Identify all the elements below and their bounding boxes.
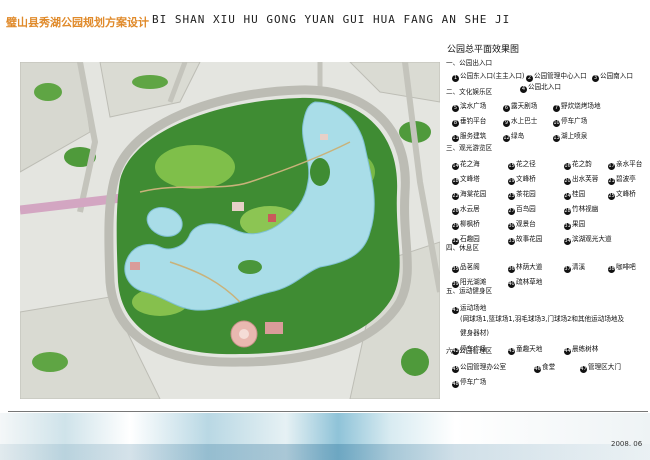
legend-note: 健身器材) bbox=[460, 329, 489, 337]
legend-item: 46食堂 bbox=[534, 363, 556, 373]
legend-item: 13湖上喷泉 bbox=[553, 132, 588, 142]
footer-accent bbox=[0, 444, 650, 460]
legend-item: 9 水上巴士 bbox=[503, 117, 538, 127]
master-plan-drawing bbox=[20, 62, 440, 399]
tree-patch bbox=[34, 83, 62, 101]
legend-item: 20出水芙蓉 bbox=[564, 175, 599, 185]
legend-item: 45公园管理办公室 bbox=[452, 363, 507, 373]
footer-divider bbox=[8, 411, 648, 412]
footer-date: 2008. 06 bbox=[611, 440, 643, 448]
lawn bbox=[155, 145, 235, 189]
legend-section-management: 六、公园管理区 bbox=[446, 347, 493, 355]
legend-item: 14花之海 bbox=[452, 160, 480, 170]
legend-item: 5 滨水广场 bbox=[452, 102, 487, 112]
legend-item: 26水云居 bbox=[452, 205, 480, 215]
legend-item: 19文峰桥 bbox=[508, 175, 536, 185]
plaza-building bbox=[265, 322, 283, 334]
legend-item: 33故事花园 bbox=[508, 235, 543, 245]
legend-item: 36林荫大道 bbox=[508, 263, 543, 273]
legend-item: 21碧波亭 bbox=[608, 175, 636, 185]
header: 璧山县秀湖公园规划方案设计 BI SHAN XIU HU GONG YUAN G… bbox=[0, 0, 650, 40]
legend-item: 11服务建筑 bbox=[452, 132, 487, 142]
map-subtitle: 公园总平面效果图 bbox=[447, 45, 520, 55]
title-chinese: 璧山县秀湖公园规划方案设计 bbox=[6, 16, 149, 29]
legend-section-sports: 五、运动健身区 bbox=[446, 287, 493, 295]
tree-patch bbox=[132, 75, 168, 89]
legend-item: 25文峰桥 bbox=[608, 190, 636, 200]
legend-item: 35品茗阁 bbox=[452, 263, 480, 273]
green-island bbox=[310, 158, 330, 186]
legend-item: 38咖啡吧 bbox=[608, 263, 636, 273]
legend-item: 34滨湖观光大道 bbox=[564, 235, 612, 245]
legend-item: 41运动场地 bbox=[452, 304, 487, 314]
building bbox=[268, 214, 276, 222]
legend-item: 24桂园 bbox=[564, 190, 586, 200]
legend-item: 27百鸟园 bbox=[508, 205, 536, 215]
legend-item: 40疏林草地 bbox=[508, 278, 543, 288]
tree-patch bbox=[401, 348, 429, 376]
legend-section-rest: 四、休息区 bbox=[446, 244, 479, 252]
legend-item: 8 垂钓平台 bbox=[452, 117, 487, 127]
legend-item: 22海棠花园 bbox=[452, 190, 487, 200]
legend-item: 3 公园南入口 bbox=[592, 72, 633, 82]
plaza-center bbox=[239, 329, 249, 339]
building bbox=[320, 134, 328, 140]
legend-item: 17亲水平台 bbox=[608, 160, 643, 170]
legend-item: 15花之径 bbox=[508, 160, 536, 170]
legend-item: 10停车广场 bbox=[553, 117, 588, 127]
legend-item: 30观景台 bbox=[508, 220, 536, 230]
legend-item: 47管理区大门 bbox=[580, 363, 621, 373]
title-pinyin: BI SHAN XIU HU GONG YUAN GUI HUA FANG AN… bbox=[152, 13, 511, 26]
legend-item: 23茶花园 bbox=[508, 190, 536, 200]
legend-item: 28竹林视幽 bbox=[564, 205, 599, 215]
legend-item: 4 公园北入口 bbox=[520, 83, 561, 93]
legend-item: 12绿岛 bbox=[503, 132, 525, 142]
tree-patch bbox=[32, 352, 68, 372]
legend-item: 6 露天剧场 bbox=[503, 102, 538, 112]
legend-section-entrances: 一、公园出入口 bbox=[446, 59, 493, 67]
green-island bbox=[238, 260, 262, 274]
legend-section-recreation: 二、文化娱乐区 bbox=[446, 88, 493, 96]
legend-item: 1 公园东入口(主主入口) bbox=[452, 72, 525, 82]
legend-note: (网球场1,篮球场1,羽毛球场3,门球场2和其他运动场地及 bbox=[460, 315, 625, 323]
legend-item: 7 野炊烧烤场地 bbox=[553, 102, 601, 112]
legend: 一、公园出入口 1 公园东入口(主主入口) 2 公园管理中心入口 3 公园南入口 4公… bbox=[446, 58, 646, 398]
legend-item: 29柳枫桥 bbox=[452, 220, 480, 230]
legend-item: 37清溪 bbox=[564, 263, 586, 273]
legend-section-sightseeing: 三、观光游览区 bbox=[446, 144, 493, 152]
legend-item: 18文峰塔 bbox=[452, 175, 480, 185]
master-plan-map bbox=[20, 62, 440, 399]
legend-item: 44晨练树林 bbox=[564, 345, 599, 355]
legend-item: 16花之韵 bbox=[564, 160, 592, 170]
legend-item: 48停车广场 bbox=[452, 378, 487, 388]
building bbox=[232, 202, 244, 211]
legend-item: 43童趣天地 bbox=[508, 345, 543, 355]
building bbox=[130, 262, 140, 270]
legend-item: 31果园 bbox=[564, 220, 586, 230]
